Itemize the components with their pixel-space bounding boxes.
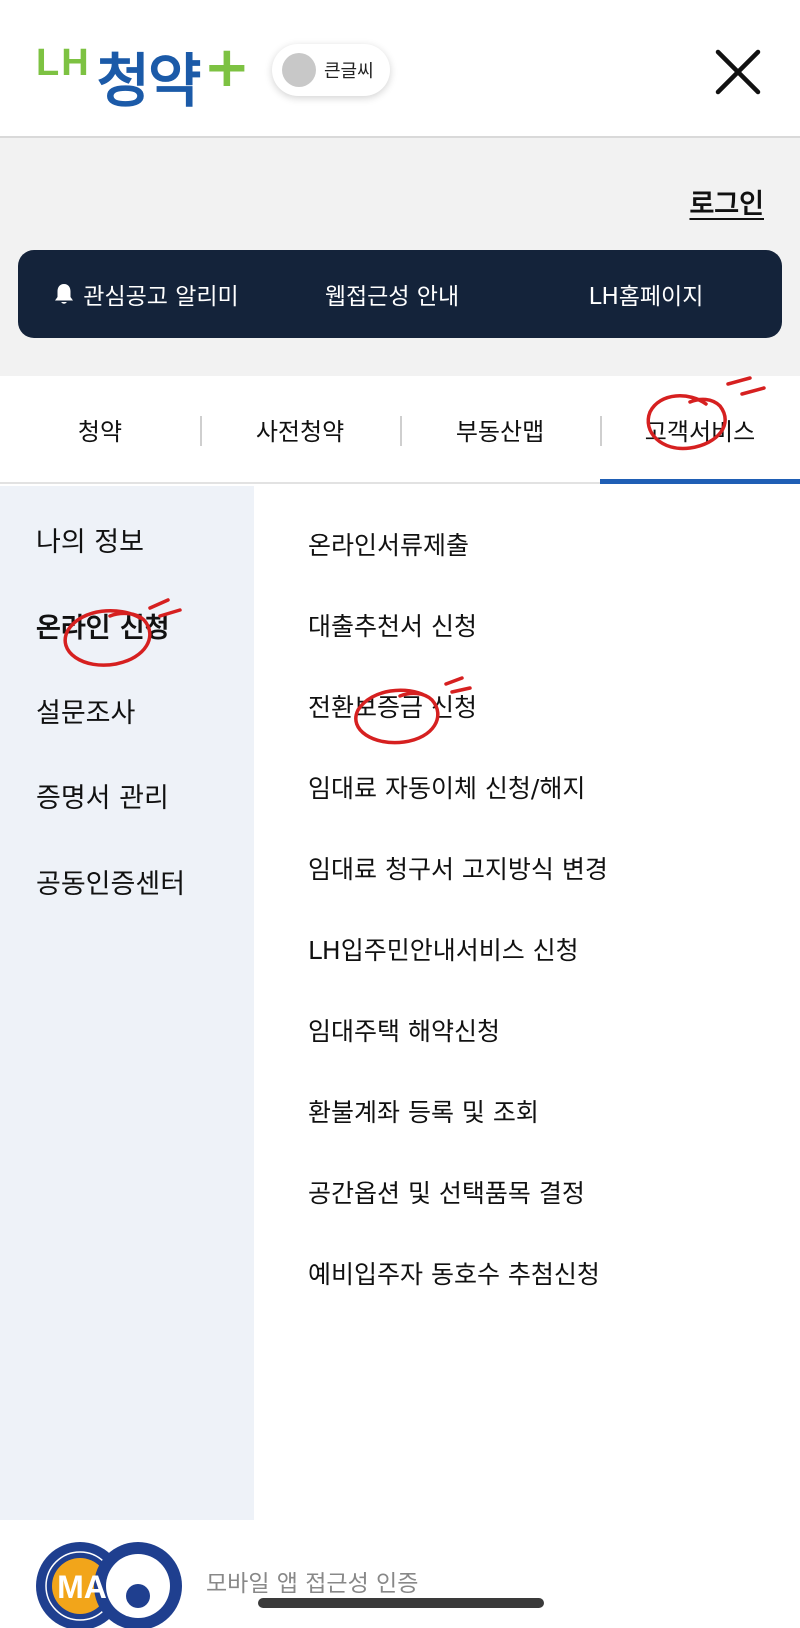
bell-icon [55,284,74,304]
app-screen: LH 청약 + 큰글씨 로그인 관심공고 알리미 웹접근성 안내 LH홈페이지 … [0,0,800,1628]
left-item-certificate[interactable]: 증명서 관리 [36,776,169,815]
quick-link-lh-homepage[interactable]: LH홈페이지 [510,277,782,311]
submenu-item[interactable]: 온라인서류제출 [308,526,469,562]
main-tabs: 청약 사전청약 부동산맵 고객서비스 [0,376,800,484]
submenu-item[interactable]: 임대료 청구서 고지방식 변경 [308,850,608,886]
submenu-item[interactable]: 임대주택 해약신청 [308,1012,500,1048]
app-header: LH 청약 + 큰글씨 [0,0,800,138]
submenu-item[interactable]: 공간옵션 및 선택품목 결정 [308,1174,585,1210]
tab-pre-subscription[interactable]: 사전청약 [200,376,400,482]
tab-customer-service[interactable]: 고객서비스 [600,376,800,484]
quick-links-bar: 관심공고 알리미 웹접근성 안내 LH홈페이지 [18,250,782,338]
close-icon [715,49,761,95]
menu-content: 나의 정보 온라인 신청 설문조사 증명서 관리 공동인증센터 온라인서류제출 … [0,486,800,1520]
quick-link-web-accessibility[interactable]: 웹접근성 안내 [274,277,510,311]
footer: MA 모바일 앱 접근성 인증 [0,1520,800,1628]
quick-link-notice-alert[interactable]: 관심공고 알리미 [18,277,274,311]
account-band: 로그인 관심공고 알리미 웹접근성 안내 LH홈페이지 [0,138,800,376]
mobile-accessibility-badge: MA [36,1542,182,1628]
footer-accessibility-text: 모바일 앱 접근성 인증 [206,1571,419,1597]
right-submenu: 온라인서류제출 대출추천서 신청 전환보증금 신청 임대료 자동이체 신청/해지… [254,486,800,1520]
submenu-item[interactable]: 예비입주자 동호수 추첨신청 [308,1255,600,1291]
submenu-item[interactable]: 전환보증금 신청 [308,688,477,724]
left-item-online-application[interactable]: 온라인 신청 [36,606,170,645]
bigtext-toggle-label: 큰글씨 [324,61,374,82]
submenu-item[interactable]: 임대료 자동이체 신청/해지 [308,769,585,805]
tab-real-estate-map[interactable]: 부동산맵 [400,376,600,482]
toggle-knob [282,53,316,87]
submenu-item[interactable]: LH입주민안내서비스 신청 [308,931,579,967]
logo-main-text: 청약 [96,47,202,115]
left-item-my-info[interactable]: 나의 정보 [36,520,144,559]
quick-link-label: LH홈페이지 [588,284,704,310]
submenu-item[interactable]: 환불계좌 등록 및 조회 [308,1093,539,1129]
logo-lh-text: LH [36,42,91,84]
quick-link-label: 관심공고 알리미 [83,284,239,310]
left-item-survey[interactable]: 설문조사 [36,691,135,730]
bigtext-toggle[interactable]: 큰글씨 [272,44,390,96]
ma-badge-text: MA [57,1569,107,1605]
login-link[interactable]: 로그인 [689,182,764,221]
close-button[interactable] [712,46,764,98]
tab-cheongyak[interactable]: 청약 [0,376,200,482]
logo-plus-text: + [203,35,251,100]
submenu-item[interactable]: 대출추천서 신청 [308,607,477,643]
lh-cheongyak-logo[interactable]: LH 청약 + [36,30,251,115]
quick-link-label: 웹접근성 안내 [324,284,460,310]
home-indicator [258,1598,544,1608]
left-item-cert-center[interactable]: 공동인증센터 [36,862,185,901]
left-category-nav: 나의 정보 온라인 신청 설문조사 증명서 관리 공동인증센터 [0,486,254,1520]
